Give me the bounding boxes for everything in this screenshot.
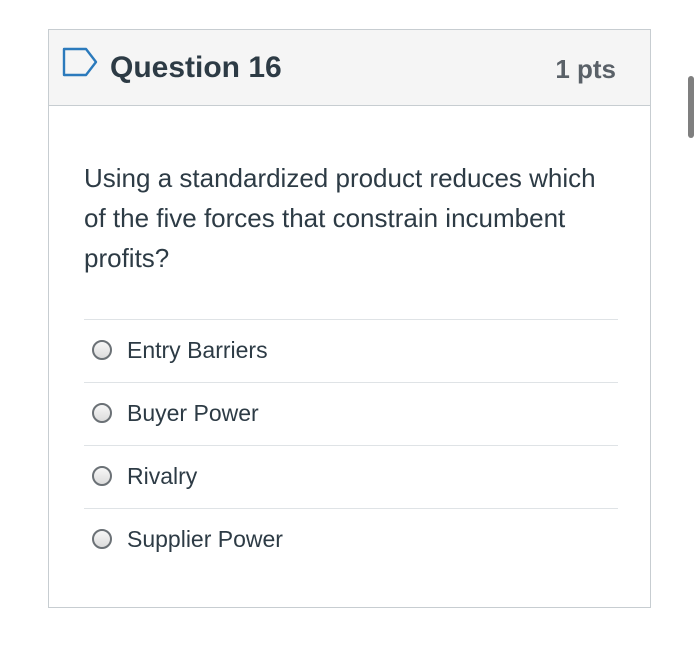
answer-label: Buyer Power xyxy=(127,400,259,426)
answer-label: Supplier Power xyxy=(127,526,283,552)
question-title: Question 16 xyxy=(110,51,282,84)
answer-list: Entry Barriers Buyer Power Rivalry Suppl… xyxy=(84,319,618,571)
question-header: Question 16 1 pts xyxy=(49,30,650,106)
question-card: Question 16 1 pts Using a standardized p… xyxy=(48,29,651,608)
answer-option-entry-barriers[interactable]: Entry Barriers xyxy=(84,319,618,382)
quiz-page: Question 16 1 pts Using a standardized p… xyxy=(0,0,700,668)
radio-button[interactable] xyxy=(92,466,112,486)
answer-option-supplier-power[interactable]: Supplier Power xyxy=(84,508,618,571)
answer-label: Rivalry xyxy=(127,463,198,489)
question-text: Using a standardized product reduces whi… xyxy=(84,163,596,273)
vertical-scrollbar[interactable] xyxy=(688,76,694,138)
answer-label: Entry Barriers xyxy=(127,337,268,363)
flag-question-icon[interactable] xyxy=(62,47,98,77)
answer-option-buyer-power[interactable]: Buyer Power xyxy=(84,382,618,445)
answer-option-rivalry[interactable]: Rivalry xyxy=(84,445,618,508)
question-points: 1 pts xyxy=(555,54,616,84)
radio-button[interactable] xyxy=(92,340,112,360)
radio-button[interactable] xyxy=(92,529,112,549)
radio-button[interactable] xyxy=(92,403,112,423)
